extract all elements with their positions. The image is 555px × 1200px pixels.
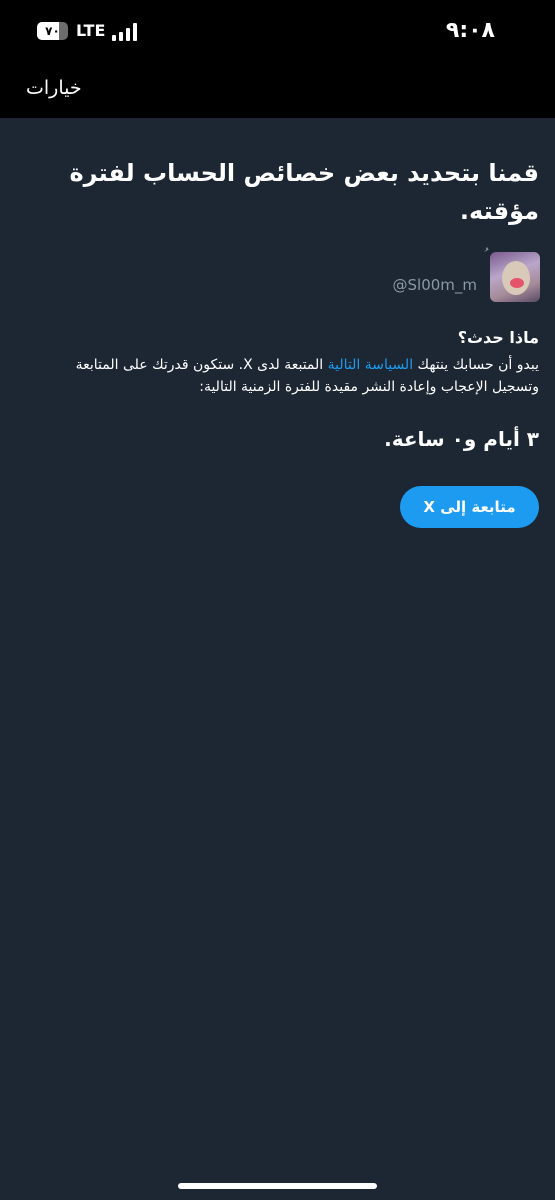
top-nav-bar: خيارات bbox=[0, 62, 555, 118]
status-clock: ٩:٠٨ bbox=[445, 18, 495, 43]
avatar-mouth bbox=[510, 278, 524, 288]
explanation-text-start: يبدو أن حسابك ينتهك bbox=[413, 357, 539, 373]
what-happened-heading: ماذا حدث؟ bbox=[457, 328, 539, 347]
battery-icon: ٧٠ bbox=[37, 22, 68, 40]
options-button[interactable]: خيارات bbox=[26, 74, 82, 102]
policy-link[interactable]: السياسة التالية bbox=[328, 357, 413, 373]
user-handle: @Sl00m_m bbox=[392, 276, 478, 294]
page-title: قمنا بتحديد بعض خصائص الحساب لفترة مؤقته… bbox=[69, 159, 539, 225]
status-bar: ٧٠ LTE ٩:٠٨ bbox=[0, 0, 555, 62]
continue-to-x-button[interactable]: متابعة إلى X bbox=[400, 486, 539, 528]
explanation-text: يبدو أن حسابك ينتهك السياسة التالية المت… bbox=[31, 354, 539, 398]
restriction-duration: ٣ أيام و٠ ساعة. bbox=[384, 427, 539, 451]
home-indicator[interactable] bbox=[178, 1183, 377, 1189]
battery-level: ٧٠ bbox=[45, 24, 60, 38]
network-type: LTE bbox=[76, 21, 106, 40]
signal-strength-icon bbox=[112, 23, 138, 41]
avatar bbox=[490, 252, 540, 302]
